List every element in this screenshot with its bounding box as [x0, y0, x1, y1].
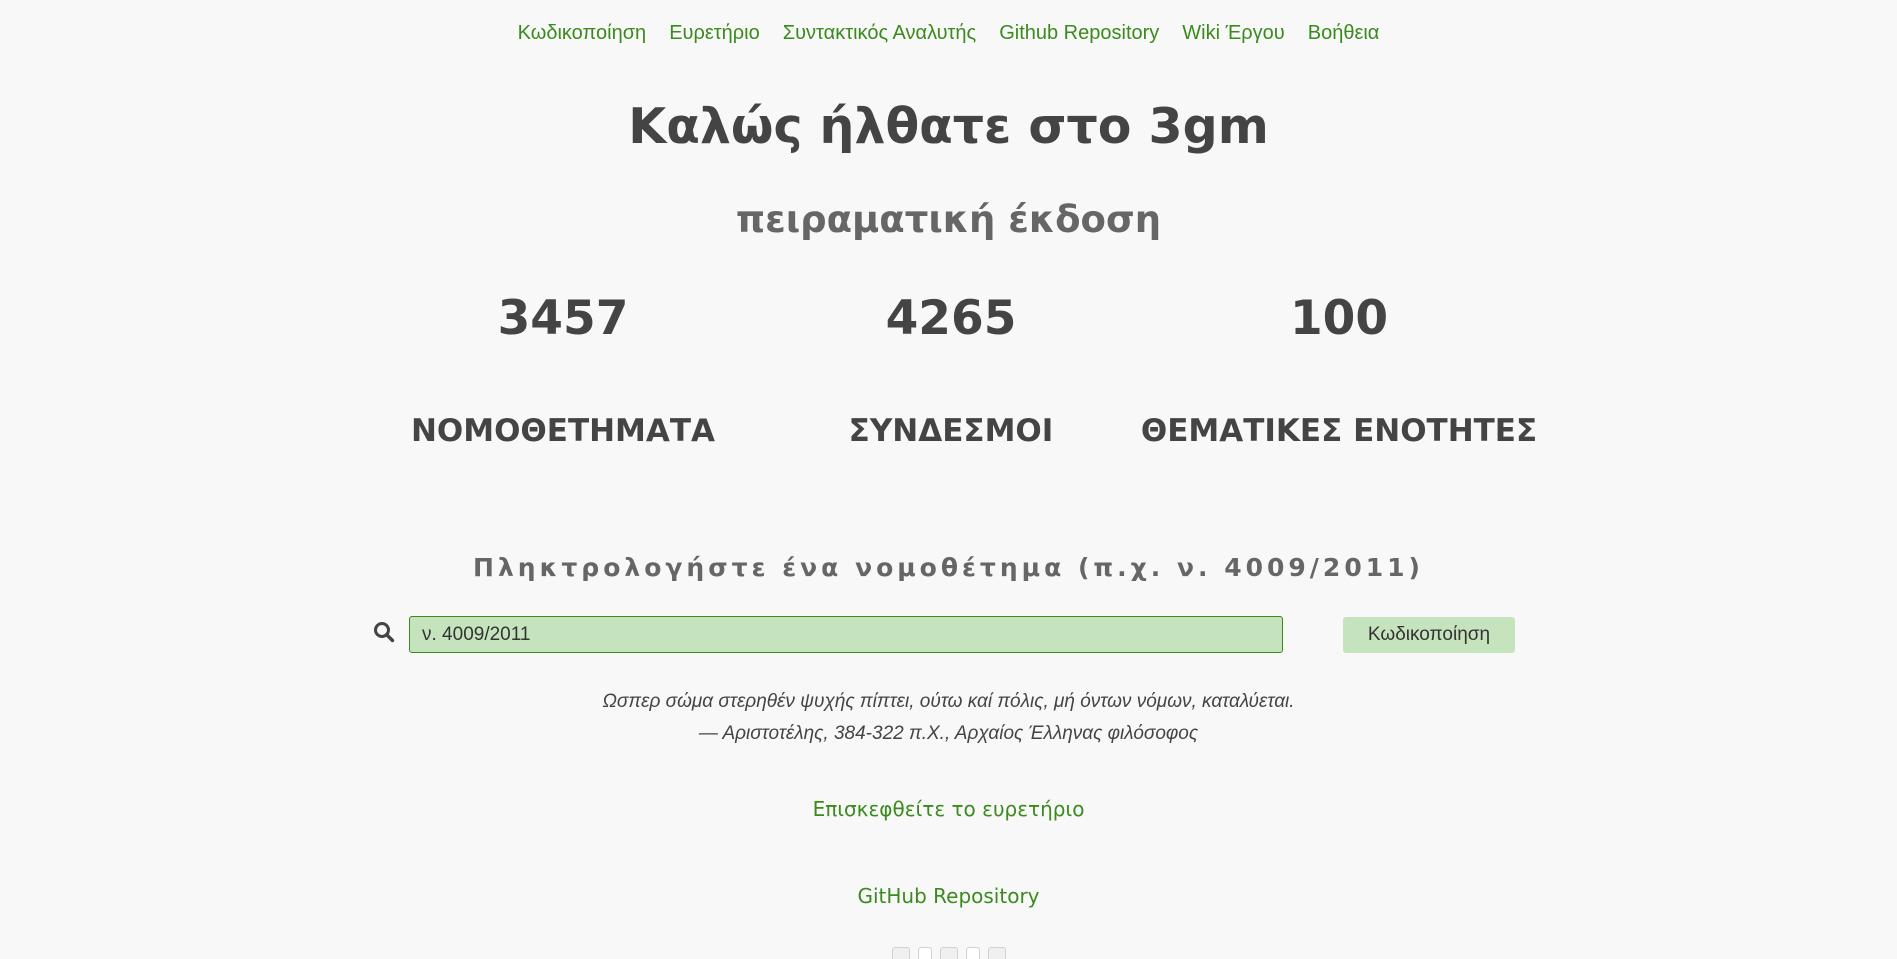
github-link-row: GitHub Repository	[0, 884, 1897, 908]
page-title: Καλώς ήλθατε στο 3gm	[628, 98, 1269, 155]
nav-item-index[interactable]: Ευρετήριο	[669, 22, 760, 45]
github-star-button[interactable]	[939, 947, 958, 959]
github-download-button[interactable]	[987, 947, 1006, 959]
github-star-count	[965, 947, 980, 959]
search-input[interactable]	[409, 616, 1283, 653]
quote-attribution: — Αριστοτέλης, 384-322 π.Χ., Αρχαίος Έλλ…	[698, 723, 1199, 744]
page-subtitle: πειραματική έκδοση	[735, 198, 1162, 241]
nav-item-wiki[interactable]: Wiki Έργου	[1182, 22, 1284, 45]
quote-text: Ωσπερ σώμα στερηθέν ψυχής πίπτει, ούτω κ…	[602, 691, 1295, 712]
index-link-row: Επισκεφθείτε το ευρετήριο	[0, 797, 1897, 821]
nav-item-github[interactable]: Github Repository	[999, 22, 1159, 45]
github-fork-button[interactable]	[891, 947, 910, 959]
stat-value: 100	[1289, 291, 1389, 346]
top-nav: Κωδικοποίηση Ευρετήριο Συντακτικός Αναλυ…	[0, 22, 1897, 45]
codify-button[interactable]: Κωδικοποίηση	[1343, 617, 1515, 653]
nav-item-parser[interactable]: Συντακτικός Αναλυτής	[783, 22, 976, 45]
search-prompt: Πληκτρολογήστε ένα νομοθέτημα (π.χ. ν. 4…	[473, 553, 1424, 582]
search-icon	[374, 622, 395, 643]
nav-item-codification[interactable]: Κωδικοποίηση	[518, 22, 647, 45]
github-link[interactable]: GitHub Repository	[857, 884, 1039, 908]
github-buttons	[0, 947, 1897, 959]
page: Κωδικοποίηση Ευρετήριο Συντακτικός Αναλυ…	[0, 0, 1897, 959]
github-fork-count	[917, 947, 932, 959]
nav-item-help[interactable]: Βοήθεια	[1308, 22, 1380, 45]
stat-label: ΘΕΜΑΤΙΚΕΣ ΕΝΟΤΗΤΕΣ	[1140, 413, 1538, 449]
index-link[interactable]: Επισκεφθείτε το ευρετήριο	[813, 797, 1085, 821]
